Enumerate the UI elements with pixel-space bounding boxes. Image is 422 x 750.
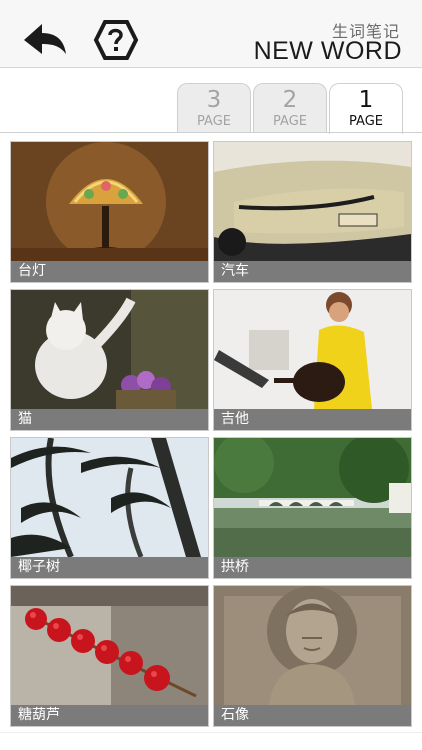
tab-page-1[interactable]: 1 PAGE	[329, 83, 403, 134]
word-caption: 吉他	[214, 409, 411, 430]
word-caption: 台灯	[11, 261, 208, 282]
arch-bridge-photo	[214, 438, 411, 557]
tab-page-2[interactable]: 2 PAGE	[253, 83, 327, 132]
guitar-photo	[214, 290, 411, 409]
tab-page-3[interactable]: 3 PAGE	[177, 83, 251, 132]
tab-label: PAGE	[197, 114, 231, 129]
word-card-guitar[interactable]: 吉他	[213, 289, 412, 431]
word-caption: 汽车	[214, 261, 411, 282]
coconut-tree-photo	[11, 438, 208, 557]
tab-divider	[0, 132, 422, 133]
stone-statue-photo	[214, 586, 411, 705]
candied-haws-photo	[11, 586, 208, 705]
back-arrow-icon[interactable]	[20, 20, 68, 60]
tab-number: 1	[358, 87, 374, 113]
word-caption: 石像	[214, 705, 411, 726]
word-card-cat[interactable]: 猫	[10, 289, 209, 431]
tab-label: PAGE	[349, 114, 383, 129]
word-card-bridge[interactable]: 拱桥	[213, 437, 412, 579]
bottom-divider	[0, 732, 422, 733]
help-question-icon[interactable]	[90, 18, 139, 62]
word-card-lamp[interactable]: 台灯	[10, 141, 209, 283]
word-caption: 糖葫芦	[11, 705, 208, 726]
tab-number: 3	[206, 87, 222, 113]
word-card-statue[interactable]: 石像	[213, 585, 412, 727]
tab-number: 2	[282, 87, 298, 113]
header-bar: 生词笔记 NEW WORD	[0, 0, 422, 68]
page-tabs: 3 PAGE 2 PAGE 1 PAGE	[0, 83, 422, 134]
word-caption: 猫	[11, 409, 208, 430]
cat-photo	[11, 290, 208, 409]
word-caption: 椰子树	[11, 557, 208, 578]
table-lamp-photo	[11, 142, 208, 261]
car-photo	[214, 142, 411, 261]
word-caption: 拱桥	[214, 557, 411, 578]
word-card-tanghulu[interactable]: 糖葫芦	[10, 585, 209, 727]
word-card-coconut[interactable]: 椰子树	[10, 437, 209, 579]
header-title: NEW WORD	[253, 37, 402, 65]
word-card-car[interactable]: 汽车	[213, 141, 412, 283]
tab-label: PAGE	[273, 114, 307, 129]
